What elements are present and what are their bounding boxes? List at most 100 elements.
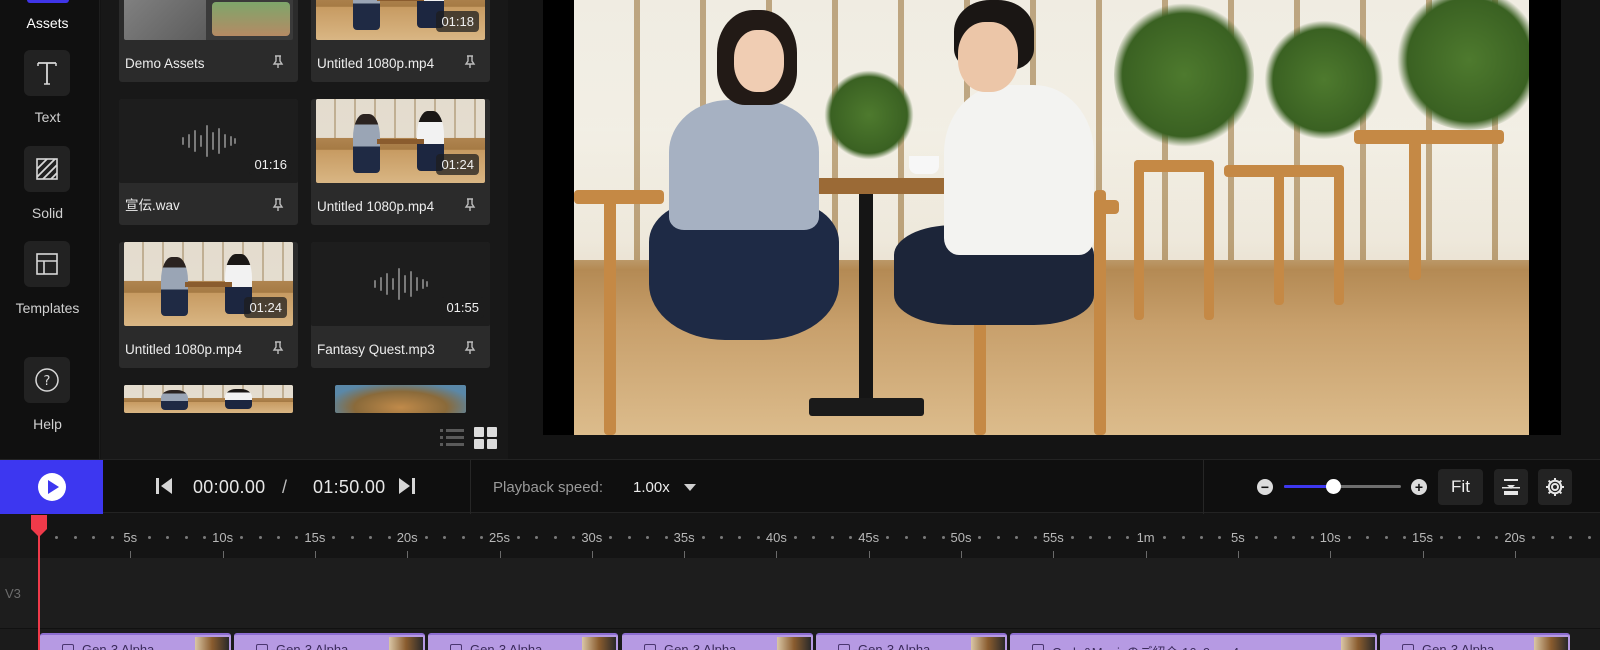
ruler-dot [849,536,853,539]
ruler-dot [1181,536,1185,539]
asset-card-video[interactable]: 01:24 Untitled 1080p.mp4 [119,242,298,368]
ruler-dot [1458,536,1462,539]
fit-button[interactable]: Fit [1438,469,1483,505]
asset-card-video[interactable]: 01:18 Untitled 1080p.mp4 [311,0,490,82]
ruler-tick [1330,551,1332,558]
sidebar-item-solid[interactable]: Solid [0,146,100,226]
asset-grid[interactable]: Demo Assets 01:18 Untitled 1080p.mp4 01:… [101,0,508,413]
timeline-clip[interactable]: Gen-3 Alpha [40,633,231,650]
asset-name: Untitled 1080p.mp4 [125,342,243,357]
timeline-clip[interactable]: Gen-3 Alpha [816,633,1007,650]
ruler-tick-label: 1m [1136,530,1155,545]
ruler-dot [1255,536,1259,539]
snap-button[interactable] [1494,469,1528,505]
sidebar-item-help[interactable]: ? Help [0,357,100,437]
ruler-dot [1218,536,1222,539]
ruler-tick-label: 35s [673,530,695,545]
templates-icon [24,241,70,287]
ruler-dot [1310,536,1314,539]
timeline-clip[interactable]: Gen-3 Alpha [622,633,813,650]
ruler-tick [130,551,132,558]
ruler-dot [756,536,760,539]
play-button[interactable] [0,460,103,514]
audio-thumbnail: 01:55 [311,242,490,326]
ruler-tick-label: 25s [489,530,510,545]
ruler-tick [1145,551,1147,558]
pin-icon[interactable] [272,55,284,69]
skip-back-icon[interactable] [155,477,173,495]
timeline-clip[interactable]: Code&Magicのご紹介 16x9.mp4 [1010,633,1377,650]
asset-name: Untitled 1080p.mp4 [317,199,435,214]
list-view-icon[interactable] [440,427,464,449]
playback-speed-select[interactable]: 1.00x [633,479,670,496]
video-clip-icon [1032,644,1044,650]
ruler-dot [830,536,834,539]
ruler-dot [793,536,797,539]
settings-button[interactable] [1538,469,1572,505]
ruler-tick [684,551,686,558]
pin-icon[interactable] [464,55,476,69]
ruler-tick-label: 15s [1412,530,1433,545]
folder-thumbnail [124,0,293,40]
clip-thumbnail [389,637,423,650]
ruler-dot [886,536,890,539]
ruler-tick [407,551,409,558]
preview-frame-image [574,0,1529,435]
timeline-ruler[interactable]: 5s 10s 15s 20s 25s 30s 35s 40s 45s 50s 55s 1m 5s 10s 1… [0,514,1600,558]
help-icon: ? [24,357,70,403]
preview-area [509,0,1600,459]
asset-card-video[interactable]: 01:24 Untitled 1080p.mp4 [311,99,490,225]
video-thumbnail: 01:24 [124,242,293,326]
solid-icon [24,146,70,192]
ruler-dot [609,536,613,539]
zoom-slider-handle[interactable] [1326,479,1342,494]
asset-card-audio[interactable]: 01:55 Fantasy Quest.mp3 [311,242,490,368]
sidebar-item-assets[interactable]: Assets [0,0,100,40]
sidebar-item-text[interactable]: Text [0,50,100,130]
asset-card-audio[interactable]: 01:16 宣伝.wav [119,99,298,225]
pin-icon[interactable] [272,341,284,355]
ruler-dot [1439,536,1443,539]
timeline-clip[interactable]: Gen-3 Alpha [1380,633,1570,650]
asset-card-image[interactable] [311,385,490,413]
asset-card-folder[interactable]: Demo Assets [119,0,298,82]
grid-view-icon[interactable] [474,427,498,449]
ruler-tick-label: 45s [858,530,880,545]
clip-name: Code&Magicのご紹介 16x9.mp4 [1052,642,1239,650]
zoom-out-icon[interactable]: − [1257,479,1273,495]
video-clip-icon [838,644,850,650]
pin-icon[interactable] [272,198,284,212]
ruler-dot [147,536,151,539]
track-v3[interactable]: V3 [0,558,1600,629]
ruler-dot [1070,536,1074,539]
clip-name: Gen-3 Alpha [470,642,543,650]
asset-card-video[interactable] [119,385,298,413]
ruler-tick-label: 20s [1504,530,1526,545]
ruler-dot [443,536,447,539]
skip-forward-icon[interactable] [398,477,416,495]
ruler-tick [1053,551,1055,558]
chevron-down-icon[interactable] [684,484,696,491]
pin-icon[interactable] [464,198,476,212]
timeline-clip[interactable]: Gen-3 Alpha [234,633,425,650]
pin-icon[interactable] [464,341,476,355]
video-preview[interactable] [543,0,1561,435]
ruler-dot [424,536,428,539]
ruler-dot [240,536,244,539]
ruler-tick [1514,551,1516,558]
ruler-dot [332,536,336,539]
ruler-tick [314,551,316,558]
zoom-slider[interactable] [1284,479,1401,494]
ruler-dot [812,536,816,539]
ruler-dot [1366,536,1370,539]
ruler-tick-label: 5s [1231,530,1245,545]
ruler-tick-label: 5s [123,530,138,545]
sidebar-item-label: Solid [31,205,64,221]
timeline-clip[interactable]: Gen-3 Alpha [428,633,618,650]
sidebar-item-label: Text [34,109,61,125]
zoom-in-icon[interactable]: + [1411,479,1427,495]
ruler-dot [978,536,982,539]
sidebar-item-templates[interactable]: Templates [0,241,100,321]
sidebar-item-label: Help [33,416,62,432]
waveform-icon [181,125,236,157]
